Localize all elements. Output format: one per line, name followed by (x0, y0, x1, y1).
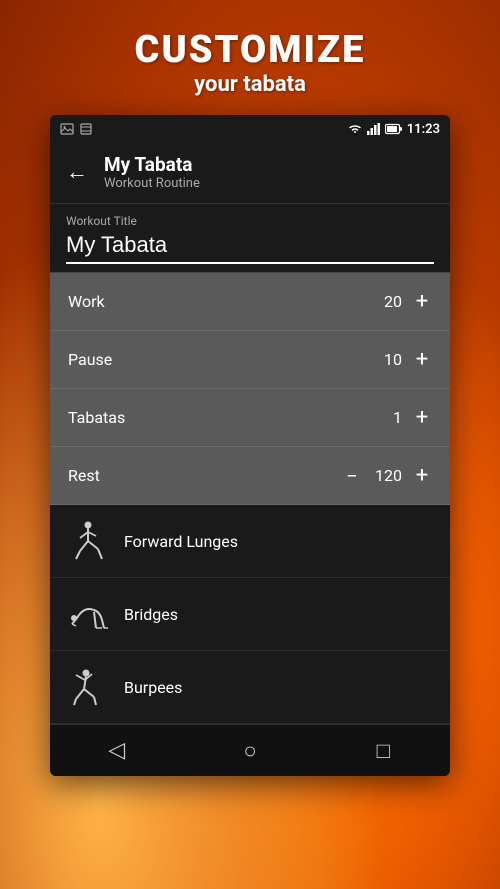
setting-value-pause: 10 (372, 350, 402, 369)
exercise-icon-lunges (66, 519, 110, 563)
setting-row-pause: Pause 10 + (50, 331, 450, 389)
bridges-figure (66, 592, 110, 636)
workout-title-input[interactable] (66, 232, 434, 264)
setting-label-tabatas: Tabatas (68, 408, 125, 427)
setting-row-tabatas: Tabatas 1 + (50, 389, 450, 447)
settings-small-icon (80, 123, 92, 135)
nav-recent-button[interactable]: □ (353, 731, 413, 771)
exercise-icon-bridges (66, 592, 110, 636)
setting-controls-rest: − 120 + (342, 463, 432, 488)
status-bar: 11:23 (50, 115, 450, 143)
setting-plus-tabatas[interactable]: + (412, 405, 432, 430)
setting-label-rest: Rest (68, 466, 100, 485)
exercise-row-burpees[interactable]: Burpees (50, 651, 450, 724)
exercise-row-bridges[interactable]: Bridges (50, 578, 450, 651)
setting-value-tabatas: 1 (372, 408, 402, 427)
app-header: ← My Tabata Workout Routine (50, 143, 450, 204)
header-subtitle: Workout Routine (104, 176, 200, 191)
phone-frame: 11:23 ← My Tabata Workout Routine Workou… (50, 115, 450, 776)
back-button[interactable]: ← (66, 159, 88, 185)
exercise-section: Forward Lunges (50, 505, 450, 724)
signal-icon (367, 123, 381, 135)
setting-minus-rest[interactable]: − (342, 464, 362, 488)
hero-section: CUSTOMIZE your tabata (0, 0, 500, 115)
exercise-name-lunges: Forward Lunges (124, 532, 238, 551)
exercise-name-burpees: Burpees (124, 678, 182, 697)
status-right-icons: 11:23 (347, 122, 440, 137)
wifi-icon (347, 123, 363, 135)
image-icon (60, 123, 74, 135)
setting-value-rest: 120 (372, 466, 402, 485)
header-title: My Tabata (104, 153, 200, 176)
title-section: Workout Title (50, 204, 450, 273)
setting-plus-rest[interactable]: + (412, 463, 432, 488)
hero-title: CUSTOMIZE (0, 28, 500, 72)
time-display: 11:23 (407, 122, 440, 137)
setting-label-pause: Pause (68, 350, 112, 369)
setting-label-work: Work (68, 292, 105, 311)
setting-row-rest: Rest − 120 + (50, 447, 450, 505)
nav-home-button[interactable]: ○ (220, 731, 280, 771)
nav-bar: ◁ ○ □ (50, 724, 450, 776)
exercise-icon-burpees (66, 665, 110, 709)
setting-row-work: Work 20 + (50, 273, 450, 331)
settings-section: Work 20 + Pause 10 + Tabatas 1 + Rest (50, 273, 450, 505)
burpees-figure (66, 665, 110, 709)
setting-controls-work: 20 + (372, 289, 432, 314)
hero-subtitle: your tabata (0, 72, 500, 97)
setting-plus-pause[interactable]: + (412, 347, 432, 372)
nav-back-button[interactable]: ◁ (87, 731, 147, 771)
exercise-row-lunges[interactable]: Forward Lunges (50, 505, 450, 578)
lunges-figure (66, 519, 110, 563)
setting-controls-pause: 10 + (372, 347, 432, 372)
header-titles: My Tabata Workout Routine (104, 153, 200, 191)
status-left-icons (60, 123, 92, 135)
setting-controls-tabatas: 1 + (372, 405, 432, 430)
setting-plus-work[interactable]: + (412, 289, 432, 314)
setting-value-work: 20 (372, 292, 402, 311)
exercise-name-bridges: Bridges (124, 605, 178, 624)
input-label: Workout Title (66, 214, 434, 228)
battery-icon (385, 123, 403, 135)
